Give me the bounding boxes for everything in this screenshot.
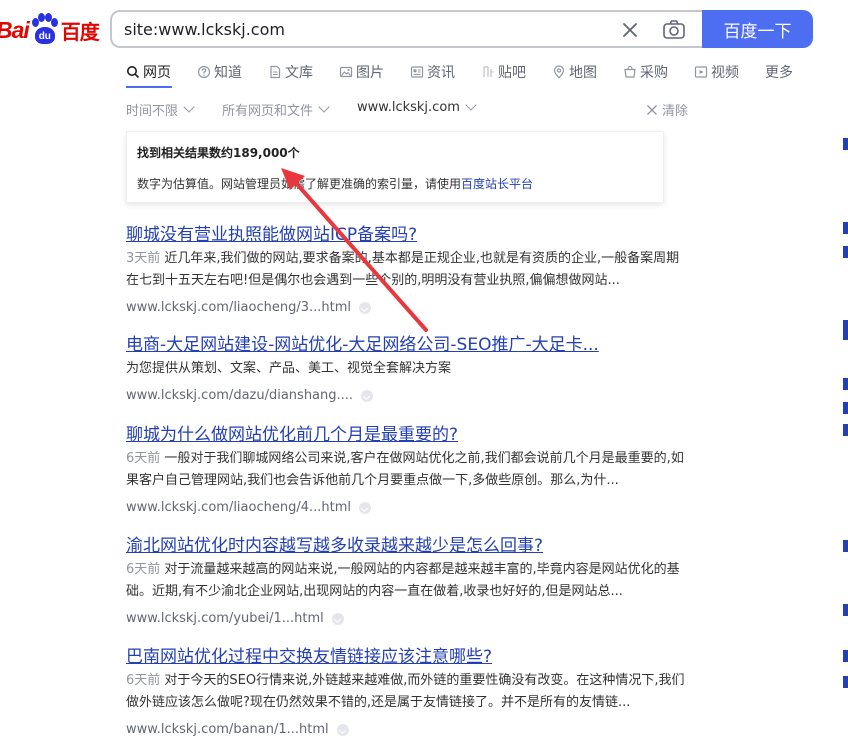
- tab-zhidao[interactable]: 知道: [197, 60, 242, 84]
- search-box: [110, 10, 702, 48]
- chevron-down-icon[interactable]: [331, 612, 344, 625]
- result-title-link[interactable]: 聊城没有营业执照能做网站ICP备案吗?: [126, 224, 686, 246]
- result-abstract-text: 对于流量越来越高的网站来说,一般网站的内容都是越来越丰富的,毕竟内容是网站优化的…: [126, 562, 680, 599]
- tab-tieba[interactable]: 贴吧: [481, 60, 526, 84]
- tab-map-label: 地图: [569, 65, 597, 81]
- close-icon: [646, 104, 658, 116]
- tab-purchase-label: 采购: [640, 65, 668, 81]
- result-url[interactable]: www.lckskj.com/yubei/1...html: [126, 611, 686, 626]
- result-url[interactable]: www.lckskj.com/liaocheng/3...html: [126, 300, 686, 315]
- tab-news[interactable]: 资讯: [410, 60, 455, 84]
- tab-purchase[interactable]: 采购: [623, 60, 668, 84]
- result-abstract-text: 为您提供从策划、文案、产品、美工、视觉全套解决方案: [126, 361, 452, 376]
- result-count-note-text: 数字为估算值。网站管理员如需了解更准确的索引量，请使用: [137, 177, 462, 191]
- search-icon: [126, 65, 140, 79]
- search-result: 聊城为什么做网站优化前几个月是最重要的? 6天前 一般对于我们聊城网络公司来说,…: [126, 424, 686, 515]
- result-url-text: www.lckskj.com/yubei/1...html: [126, 611, 324, 626]
- chevron-down-icon[interactable]: [361, 389, 374, 402]
- result-title-link[interactable]: 渝北网站优化时内容越写越多收录越来越少是怎么回事?: [126, 535, 686, 557]
- image-icon: [339, 65, 353, 79]
- result-title-link[interactable]: 聊城为什么做网站优化前几个月是最重要的?: [126, 424, 686, 446]
- close-icon[interactable]: [618, 18, 642, 42]
- chevron-down-icon[interactable]: [359, 501, 371, 514]
- tab-more[interactable]: 更多: [765, 60, 793, 84]
- document-icon: [268, 65, 282, 79]
- result-url[interactable]: www.lckskj.com/banan/1...html: [126, 722, 686, 737]
- result-abstract: 6天前 一般对于我们聊城网络公司来说,客户在做网站优化之前,我们都会说前几个月是…: [126, 448, 686, 492]
- clear-filters-label: 清除: [661, 104, 688, 119]
- logo-text-cn: 百度: [60, 19, 100, 44]
- logo-text-bai: Bai: [0, 16, 30, 43]
- baidu-logo[interactable]: Bai du 百度: [0, 10, 100, 50]
- tab-video[interactable]: 视频: [694, 60, 739, 84]
- tab-news-label: 资讯: [427, 65, 455, 81]
- tab-images-label: 图片: [356, 65, 384, 81]
- tab-wenku[interactable]: 文库: [268, 60, 313, 84]
- video-icon: [694, 65, 708, 79]
- tab-more-label: 更多: [765, 65, 793, 81]
- logo-text-du: du: [34, 27, 55, 44]
- result-url-text: www.lckskj.com/liaocheng/4...html: [126, 500, 351, 515]
- news-icon: [410, 65, 424, 79]
- search-button[interactable]: 百度一下: [702, 10, 813, 48]
- result-url-text: www.lckskj.com/banan/1...html: [126, 722, 329, 737]
- search-result: 聊城没有营业执照能做网站ICP备案吗? 3天前 近几年来,我们做的网站,要求备案…: [126, 224, 686, 315]
- tab-tieba-label: 贴吧: [498, 65, 526, 81]
- tab-web[interactable]: 网页: [126, 60, 171, 84]
- result-time: 6天前: [126, 451, 161, 466]
- tieba-icon: [481, 65, 495, 79]
- search-result: 渝北网站优化时内容越写越多收录越来越少是怎么回事? 6天前 对于流量越来越高的网…: [126, 535, 686, 626]
- filter-site-label: www.lckskj.com: [357, 100, 460, 115]
- chevron-down-icon: [183, 101, 195, 113]
- filter-bar: 时间不限 所有网页和文件 www.lckskj.com 清除: [126, 99, 688, 120]
- result-abstract: 6天前 对于流量越来越高的网站来说,一般网站的内容都是越来越丰富的,毕竟内容是网…: [126, 559, 686, 603]
- result-time: 6天前: [126, 562, 161, 577]
- filter-time-label: 时间不限: [126, 104, 179, 119]
- result-count-note: 数字为估算值。网站管理员如需了解更准确的索引量，请使用百度站长平台: [137, 175, 533, 192]
- filter-time[interactable]: 时间不限: [126, 100, 195, 119]
- webmaster-platform-link[interactable]: 百度站长平台: [461, 177, 533, 191]
- result-abstract-text: 对于今天的SEO行情来说,外链越来越难做,而外链的重要性确没有改变。在这种情况下…: [126, 673, 685, 710]
- cart-icon: [623, 65, 637, 79]
- result-abstract: 为您提供从策划、文案、产品、美工、视觉全套解决方案: [126, 358, 686, 380]
- filter-file-type-label: 所有网页和文件: [222, 104, 314, 119]
- chevron-down-icon[interactable]: [359, 301, 371, 314]
- result-title-link[interactable]: 巴南网站优化过程中交换友情链接应该注意哪些?: [126, 646, 686, 668]
- chevron-down-icon[interactable]: [336, 723, 349, 736]
- result-url[interactable]: www.lckskj.com/dazu/dianshang....: [126, 388, 686, 403]
- tab-web-label: 网页: [143, 65, 171, 81]
- result-count: 找到相关结果数约189,000个: [137, 146, 300, 160]
- question-icon: [197, 65, 211, 79]
- result-url-text: www.lckskj.com/liaocheng/3...html: [126, 300, 351, 315]
- result-title-link[interactable]: 电商-大足网站建设-网站优化-大足网络公司-SEO推广-大足卡...: [126, 334, 686, 356]
- search-input[interactable]: [124, 12, 624, 46]
- result-url-text: www.lckskj.com/dazu/dianshang....: [126, 388, 354, 403]
- tab-zhidao-label: 知道: [214, 65, 242, 81]
- search-result: 巴南网站优化过程中交换友情链接应该注意哪些? 6天前 对于今天的SEO行情来说,…: [126, 646, 686, 737]
- tab-images[interactable]: 图片: [339, 60, 384, 84]
- filter-site[interactable]: www.lckskj.com: [357, 99, 477, 115]
- search-result: 电商-大足网站建设-网站优化-大足网络公司-SEO推广-大足卡... 为您提供从…: [126, 334, 686, 403]
- right-column-edge: [843, 0, 848, 724]
- result-time: 6天前: [126, 673, 161, 688]
- clear-filters-button[interactable]: 清除: [646, 100, 688, 119]
- tab-wenku-label: 文库: [285, 65, 313, 81]
- tab-video-label: 视频: [711, 65, 739, 81]
- result-abstract: 6天前 对于今天的SEO行情来说,外链越来越难做,而外链的重要性确没有改变。在这…: [126, 670, 686, 714]
- filter-file-type[interactable]: 所有网页和文件: [222, 100, 330, 119]
- result-abstract-text: 一般对于我们聊城网络公司来说,客户在做网站优化之前,我们都会说前几个月是最重要的…: [126, 451, 684, 488]
- chevron-down-icon: [318, 101, 330, 113]
- map-pin-icon: [552, 65, 566, 79]
- result-abstract-text: 近几年来,我们做的网站,要求备案的,基本都是正规企业,也就是有资质的企业,一般备…: [126, 251, 680, 288]
- active-tab-indicator: [126, 86, 172, 88]
- result-abstract: 3天前 近几年来,我们做的网站,要求备案的,基本都是正规企业,也就是有资质的企业…: [126, 248, 686, 292]
- result-time: 3天前: [126, 251, 161, 266]
- result-url[interactable]: www.lckskj.com/liaocheng/4...html: [126, 500, 686, 515]
- paw-icon: du: [30, 13, 60, 47]
- tab-map[interactable]: 地图: [552, 60, 597, 84]
- chevron-down-icon: [465, 99, 477, 111]
- camera-icon[interactable]: [661, 18, 687, 42]
- result-count-card: 找到相关结果数约189,000个 数字为估算值。网站管理员如需了解更准确的索引量…: [126, 131, 664, 203]
